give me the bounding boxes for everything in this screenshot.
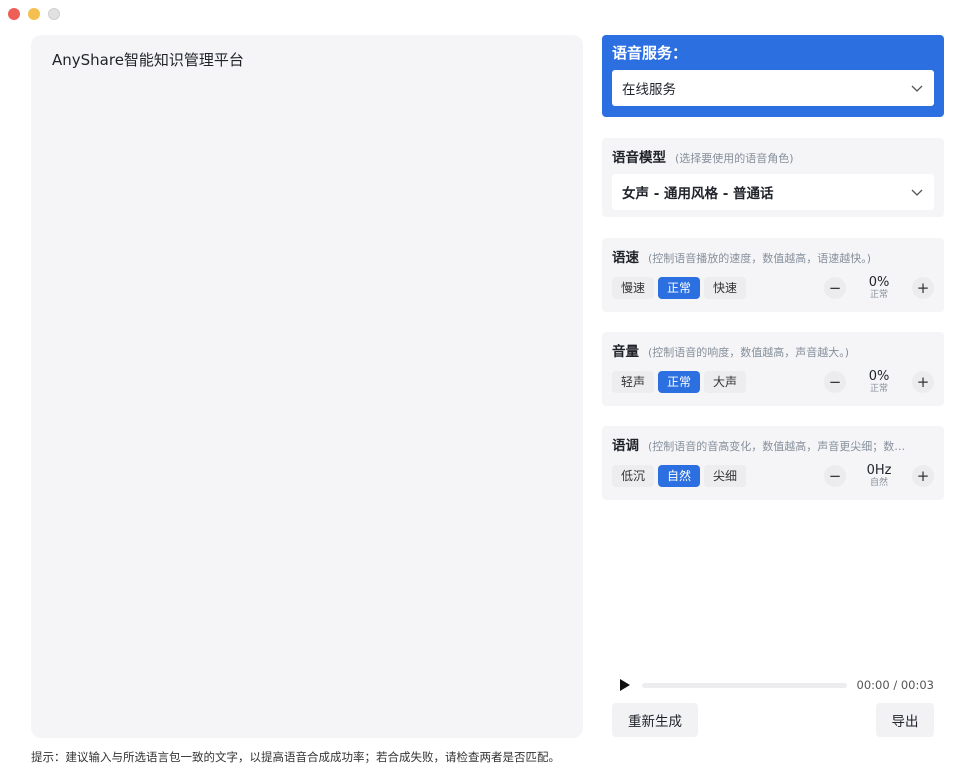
- speed-controls: 慢速 正常 快速 − 0% 正常 +: [612, 274, 934, 302]
- speed-value-display: 0% 正常: [846, 275, 912, 301]
- volume-option-soft[interactable]: 轻声: [612, 371, 655, 393]
- volume-option-normal[interactable]: 正常: [658, 371, 701, 393]
- speed-stepper: − 0% 正常 +: [824, 274, 934, 302]
- voice-service-card: 语音服务： 在线服务: [602, 35, 944, 117]
- pitch-stepper: − 0Hz 自然 +: [824, 462, 934, 490]
- speed-title: 语速: [612, 250, 639, 266]
- pitch-increase-button[interactable]: +: [912, 465, 934, 487]
- speed-option-normal[interactable]: 正常: [658, 277, 701, 299]
- speed-subtitle: (控制语音播放的速度，数值越高，语速越快。): [648, 252, 872, 265]
- pitch-card: 语调 (控制语音的音高变化，数值越高，声音更尖细；数… 低沉 自然 尖细 − 0…: [602, 426, 944, 500]
- volume-card: 音量 (控制语音的响度，数值越高，声音越大。) 轻声 正常 大声 − 0% 正常…: [602, 332, 944, 406]
- minimize-window-button[interactable]: [28, 8, 40, 20]
- chevron-down-icon: [911, 189, 923, 196]
- text-input-content[interactable]: AnyShare智能知识管理平台: [52, 49, 562, 71]
- playback-progress-bar[interactable]: [642, 682, 847, 688]
- volume-value: 0%: [868, 369, 890, 384]
- speed-decrease-button[interactable]: −: [824, 277, 846, 299]
- volume-controls: 轻声 正常 大声 − 0% 正常 +: [612, 368, 934, 396]
- pitch-option-low[interactable]: 低沉: [612, 465, 655, 487]
- voice-model-value: 女声 - 通用风格 - 普通话: [622, 186, 774, 202]
- voice-service-title: 语音服务：: [612, 44, 688, 62]
- volume-increase-button[interactable]: +: [912, 371, 934, 393]
- pitch-decrease-button[interactable]: −: [824, 465, 846, 487]
- pitch-title: 语调: [612, 438, 639, 454]
- voice-model-title: 语音模型: [612, 150, 666, 166]
- pitch-value: 0Hz: [866, 463, 892, 478]
- text-input-area[interactable]: AnyShare智能知识管理平台: [31, 35, 583, 738]
- play-icon[interactable]: [620, 679, 630, 691]
- pitch-value-display: 0Hz 自然: [846, 463, 912, 489]
- speed-value-label: 正常: [869, 290, 888, 300]
- playback-time: 00:00 / 00:03: [856, 678, 934, 692]
- chevron-down-icon: [911, 85, 923, 92]
- speed-value: 0%: [868, 275, 890, 290]
- speed-card: 语速 (控制语音播放的速度，数值越高，语速越快。) 慢速 正常 快速 − 0% …: [602, 238, 944, 312]
- volume-subtitle: (控制语音的响度，数值越高，声音越大。): [648, 346, 850, 359]
- volume-decrease-button[interactable]: −: [824, 371, 846, 393]
- voice-model-subtitle: (选择要使用的语音角色): [675, 152, 794, 165]
- title-bar: [0, 0, 976, 28]
- voice-model-card: 语音模型 (选择要使用的语音角色) 女声 - 通用风格 - 普通话: [602, 138, 944, 217]
- audio-player: 00:00 / 00:03: [620, 677, 934, 693]
- pitch-value-label: 自然: [869, 478, 888, 488]
- volume-value-display: 0% 正常: [846, 369, 912, 395]
- export-button[interactable]: 导出: [876, 703, 934, 737]
- speed-increase-button[interactable]: +: [912, 277, 934, 299]
- voice-service-select[interactable]: 在线服务: [612, 70, 934, 106]
- hint-text: 提示：建议输入与所选语言包一致的文字，以提高语音合成成功率；若合成失败，请检查两…: [31, 750, 560, 764]
- close-window-button[interactable]: [8, 8, 20, 20]
- volume-title: 音量: [612, 344, 639, 360]
- pitch-controls: 低沉 自然 尖细 − 0Hz 自然 +: [612, 462, 934, 490]
- speed-option-fast[interactable]: 快速: [704, 277, 747, 299]
- volume-stepper: − 0% 正常 +: [824, 368, 934, 396]
- pitch-option-natural[interactable]: 自然: [658, 465, 701, 487]
- voice-service-value: 在线服务: [622, 82, 676, 98]
- regenerate-button[interactable]: 重新生成: [612, 703, 698, 737]
- pitch-subtitle: (控制语音的音高变化，数值越高，声音更尖细；数…: [648, 440, 906, 453]
- zoom-window-button[interactable]: [48, 8, 60, 20]
- voice-model-select[interactable]: 女声 - 通用风格 - 普通话: [612, 174, 934, 210]
- speed-option-slow[interactable]: 慢速: [612, 277, 655, 299]
- pitch-option-high[interactable]: 尖细: [704, 465, 747, 487]
- volume-value-label: 正常: [869, 384, 888, 394]
- volume-option-loud[interactable]: 大声: [704, 371, 747, 393]
